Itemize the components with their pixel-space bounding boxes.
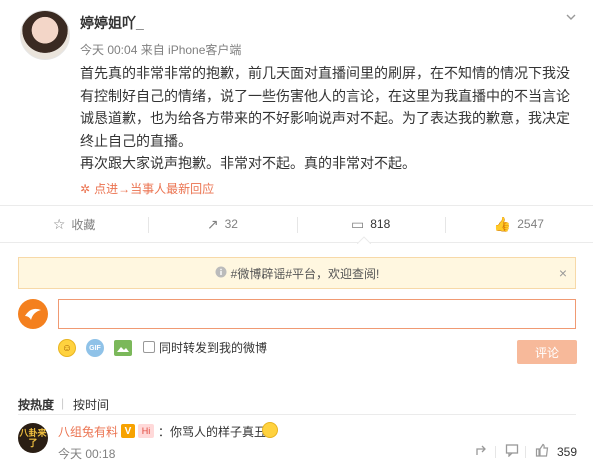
commenter-avatar[interactable]: 八卦来了 [18,423,48,453]
post-paragraph: 再次跟大家说声抱歉。非常对不起。真的非常对不起。 [80,155,416,171]
comment-input[interactable] [58,299,576,329]
submit-comment-button[interactable]: 评论 [517,340,577,364]
comment-reply-icon[interactable] [505,443,519,460]
emoji-icon[interactable]: ☺ [58,339,76,357]
author-name[interactable]: 婷婷姐吖_ [80,13,144,33]
repost-count: 32 [224,217,238,231]
commenter-name[interactable]: 八组兔有料 [58,423,118,440]
related-link-label[interactable]: 点进→当事人最新回应 [94,182,214,196]
member-badge: Hi [138,424,154,438]
tab-hot[interactable]: 按热度 [18,396,54,413]
star-icon: ☆ [52,215,66,232]
post-body: 首先真的非常非常的抱歉，前几天面对直播间里的刷屏，在不知情的情况下我没有控制好自… [80,62,580,175]
action-bar: ☆ 收藏 ↗ 32 ▭ 818 👍 2547 [0,205,593,243]
divider [18,414,576,415]
notice-text: #微博辟谣#平台，欢迎查阅! [230,266,380,281]
like-button[interactable]: 👍 2547 [444,206,593,242]
comment-time: 今天 00:18 [58,447,116,461]
flower-icon: ✲ [80,182,91,196]
action-separator [525,446,526,458]
favorite-label: 收藏 [71,217,96,232]
repost-checkbox[interactable] [143,341,155,353]
verified-badge: V [121,424,135,438]
post-meta: 今天 00:04 来自 iPhone客户端 [80,43,242,57]
chevron-down-icon[interactable] [563,10,579,26]
share-icon: ↗ [206,215,219,232]
thumbs-up-icon: 👍 [493,215,512,232]
tab-separator: | [61,396,65,410]
image-icon[interactable] [114,340,132,356]
caret-up-icon [357,236,371,244]
comment-icon: ▭ [350,215,365,232]
comment-like-count: 359 [557,445,578,459]
action-separator [495,446,496,458]
comment-text: ：你骂人的样子真丑 [158,425,267,439]
info-icon [215,266,227,281]
author-avatar[interactable] [20,10,70,60]
close-icon[interactable]: × [559,265,567,281]
notice-banner: #微博辟谣#平台，欢迎查阅! × [18,257,576,289]
comment-like-icon[interactable] [535,443,549,460]
favorite-button[interactable]: ☆ 收藏 [0,206,148,242]
related-link[interactable]: ✲ 点进→当事人最新回应 [80,180,214,197]
tab-time[interactable]: 按时间 [73,396,109,413]
repost-checkbox-label: 同时转发到我的微博 [159,341,268,355]
post-paragraph: 首先真的非常非常的抱歉，前几天面对直播间里的刷屏，在不知情的情况下我没有控制好自… [80,65,570,149]
grimace-emoji-icon [262,422,278,438]
like-count: 2547 [517,217,544,231]
comment-share-icon[interactable] [475,443,489,460]
gif-icon[interactable]: GIF [86,339,104,357]
comment-count: 818 [370,217,391,231]
repost-button[interactable]: ↗ 32 [148,206,296,242]
my-avatar[interactable] [18,299,48,329]
